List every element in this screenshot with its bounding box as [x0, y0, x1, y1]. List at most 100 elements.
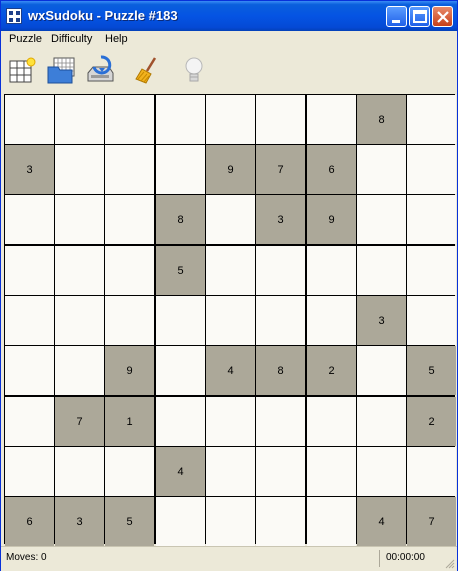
empty-cell[interactable] — [256, 246, 305, 295]
given-cell[interactable]: 5 — [156, 246, 205, 295]
empty-cell[interactable] — [105, 95, 154, 144]
given-cell[interactable]: 7 — [256, 145, 305, 194]
empty-cell[interactable] — [206, 497, 255, 546]
empty-cell[interactable] — [307, 95, 356, 144]
empty-cell[interactable] — [105, 296, 154, 345]
empty-cell[interactable] — [307, 246, 356, 295]
empty-cell[interactable] — [5, 246, 54, 295]
empty-cell[interactable] — [156, 346, 205, 395]
empty-cell[interactable] — [105, 447, 154, 496]
given-cell[interactable]: 8 — [357, 95, 406, 144]
given-cell[interactable]: 3 — [55, 497, 104, 546]
empty-cell[interactable] — [55, 296, 104, 345]
given-cell[interactable]: 7 — [55, 397, 104, 446]
new-puzzle-button[interactable] — [7, 55, 37, 85]
menu-bar: Puzzle Difficulty Help — [1, 31, 457, 49]
given-cell[interactable]: 8 — [156, 195, 205, 244]
empty-cell[interactable] — [407, 195, 456, 244]
empty-cell[interactable] — [55, 195, 104, 244]
empty-cell[interactable] — [357, 145, 406, 194]
toolbar — [1, 49, 457, 93]
empty-cell[interactable] — [156, 95, 205, 144]
menu-puzzle[interactable]: Puzzle — [9, 33, 42, 45]
empty-cell[interactable] — [307, 497, 356, 546]
sudoku-app-icon[interactable] — [6, 8, 22, 24]
empty-cell[interactable] — [55, 95, 104, 144]
empty-cell[interactable] — [156, 397, 205, 446]
empty-cell[interactable] — [5, 447, 54, 496]
empty-cell[interactable] — [307, 296, 356, 345]
empty-cell[interactable] — [105, 195, 154, 244]
menu-difficulty[interactable]: Difficulty — [51, 33, 92, 45]
empty-cell[interactable] — [206, 296, 255, 345]
empty-cell[interactable] — [156, 497, 205, 546]
empty-cell[interactable] — [407, 145, 456, 194]
save-puzzle-button[interactable] — [85, 55, 115, 85]
close-icon — [437, 11, 449, 23]
title-bar[interactable]: wxSudoku - Puzzle #183 — [1, 1, 457, 31]
close-button[interactable] — [432, 6, 453, 27]
minimize-button[interactable] — [386, 6, 407, 27]
given-cell[interactable]: 4 — [156, 447, 205, 496]
menu-help[interactable]: Help — [105, 33, 128, 45]
empty-cell[interactable] — [256, 447, 305, 496]
empty-cell[interactable] — [5, 195, 54, 244]
empty-cell[interactable] — [407, 246, 456, 295]
empty-cell[interactable] — [206, 246, 255, 295]
empty-cell[interactable] — [156, 296, 205, 345]
given-cell[interactable]: 5 — [407, 346, 456, 395]
given-cell[interactable]: 9 — [206, 145, 255, 194]
maximize-icon — [413, 10, 427, 23]
empty-cell[interactable] — [55, 447, 104, 496]
hint-button[interactable] — [179, 55, 209, 85]
given-cell[interactable]: 5 — [105, 497, 154, 546]
clear-puzzle-button[interactable] — [133, 55, 163, 85]
empty-cell[interactable] — [206, 95, 255, 144]
empty-cell[interactable] — [256, 397, 305, 446]
given-cell[interactable]: 1 — [105, 397, 154, 446]
given-cell[interactable]: 3 — [256, 195, 305, 244]
empty-cell[interactable] — [5, 346, 54, 395]
given-cell[interactable]: 9 — [307, 195, 356, 244]
empty-cell[interactable] — [206, 195, 255, 244]
given-cell[interactable]: 7 — [407, 497, 456, 546]
given-cell[interactable]: 6 — [5, 497, 54, 546]
empty-cell[interactable] — [256, 497, 305, 546]
given-cell[interactable]: 9 — [105, 346, 154, 395]
given-cell[interactable]: 2 — [307, 346, 356, 395]
empty-cell[interactable] — [256, 296, 305, 345]
given-cell[interactable]: 4 — [206, 346, 255, 395]
empty-cell[interactable] — [5, 397, 54, 446]
open-puzzle-button[interactable] — [46, 55, 76, 85]
empty-cell[interactable] — [5, 296, 54, 345]
empty-cell[interactable] — [307, 397, 356, 446]
given-cell[interactable]: 2 — [407, 397, 456, 446]
given-cell[interactable]: 4 — [357, 497, 406, 546]
empty-cell[interactable] — [407, 447, 456, 496]
empty-cell[interactable] — [55, 145, 104, 194]
empty-cell[interactable] — [55, 246, 104, 295]
empty-cell[interactable] — [357, 447, 406, 496]
empty-cell[interactable] — [105, 145, 154, 194]
maximize-button[interactable] — [409, 6, 430, 27]
resize-grip-icon[interactable] — [445, 559, 455, 569]
empty-cell[interactable] — [5, 95, 54, 144]
empty-cell[interactable] — [357, 397, 406, 446]
given-cell[interactable]: 3 — [357, 296, 406, 345]
empty-cell[interactable] — [55, 346, 104, 395]
empty-cell[interactable] — [407, 296, 456, 345]
given-cell[interactable]: 8 — [256, 346, 305, 395]
empty-cell[interactable] — [156, 145, 205, 194]
empty-cell[interactable] — [357, 246, 406, 295]
empty-cell[interactable] — [206, 447, 255, 496]
empty-cell[interactable] — [206, 397, 255, 446]
empty-cell[interactable] — [105, 246, 154, 295]
empty-cell[interactable] — [407, 95, 456, 144]
given-cell[interactable]: 6 — [307, 145, 356, 194]
empty-cell[interactable] — [357, 346, 406, 395]
empty-cell[interactable] — [357, 195, 406, 244]
empty-cell[interactable] — [256, 95, 305, 144]
empty-cell[interactable] — [307, 447, 356, 496]
app-window: wxSudoku - Puzzle #183 Puzzle Difficulty… — [0, 0, 458, 571]
given-cell[interactable]: 3 — [5, 145, 54, 194]
